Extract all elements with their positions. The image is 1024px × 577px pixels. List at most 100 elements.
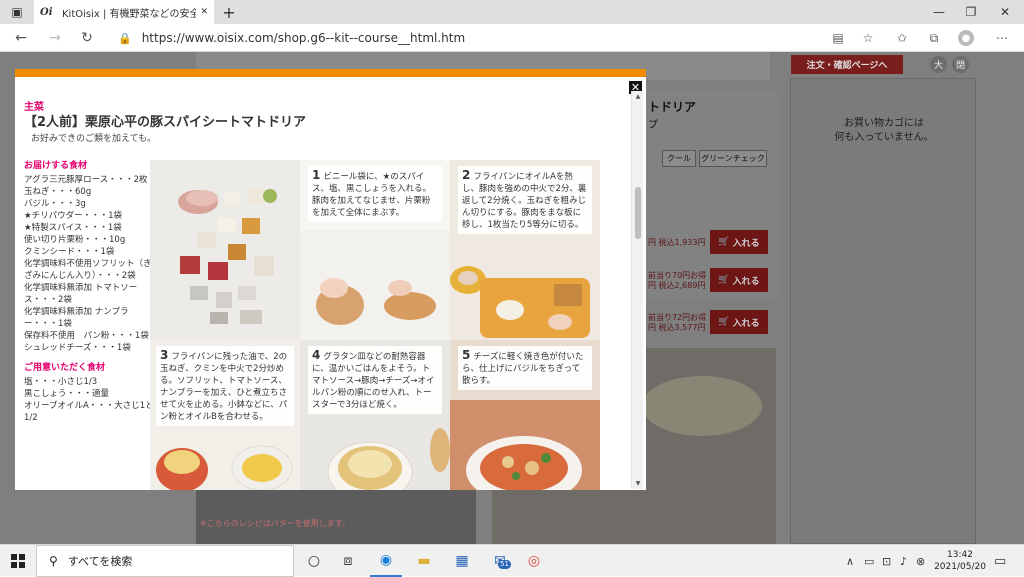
taskbar-search-box[interactable]: ⚲ すべてを検索 — [36, 545, 294, 577]
recipe-title: 【2人前】栗原心平の豚スパイシートマトドリア — [24, 115, 307, 130]
modal-scrollbar[interactable]: ▲ ▼ — [631, 91, 643, 489]
chrome-icon[interactable]: ◎ — [518, 545, 550, 577]
new-tab-button[interactable]: + — [214, 0, 244, 24]
action-center-icon[interactable]: ▭ — [994, 545, 1006, 577]
tag-green-check: グリーンチェック — [699, 150, 767, 167]
step-card: 1 ビニール袋に、★のスパイス、塩、黒こしょうを入れる。豚肉を加えてなじませ、片栗… — [300, 160, 450, 340]
step-number: 3 — [160, 348, 169, 362]
ingredient-item: アグラ三元豚厚ロース・・・2枚 — [24, 175, 148, 185]
step-card: 3 フライパンに残った油で、2の玉ねぎ、クミンを中火で2分炒める。ソフリット、トマ… — [150, 340, 300, 490]
start-button[interactable] — [0, 545, 36, 577]
notification-status-icon[interactable]: ⊗ — [916, 545, 925, 577]
ingredient-item: バジル・・・3g — [24, 199, 86, 209]
step-text: フライパンにオイルAを熱し、豚肉を強めの中火で2分、裏返して2分焼く。玉ねぎを粗… — [462, 172, 587, 230]
battery-icon[interactable]: ▭ — [864, 545, 874, 577]
bg-product-title: トドリア — [648, 100, 697, 114]
ingredient-item: ★チリパウダー・・・1袋 — [24, 211, 123, 221]
tab-title: KitOisix | 有機野菜などの安全食材 — [62, 8, 197, 20]
step-number: 4 — [312, 348, 321, 362]
network-icon[interactable]: ⊡ — [882, 545, 891, 577]
text-size-large-button[interactable]: 大 — [930, 56, 947, 73]
price-text: 前当り70円お得 円 税込2,689円 — [648, 271, 707, 290]
cart-empty-text: お買い物カゴには 何も入っていません。 — [834, 118, 934, 143]
forward-button[interactable]: → — [44, 27, 66, 49]
tag-cool: クール — [662, 150, 696, 167]
recipe-subtitle: お好みできのご類を加えても。 — [31, 134, 157, 144]
file-explorer-icon[interactable]: ▬ — [408, 545, 440, 577]
add-to-cart-button[interactable]: 🛒 入れる — [710, 230, 768, 254]
step-number: 5 — [462, 348, 471, 362]
refresh-button[interactable]: ↻ — [76, 27, 98, 49]
mail-badge: 51 — [498, 560, 511, 569]
step-text: フライパンに残った油で、2の玉ねぎ、クミンを中火で2分炒める。ソフリット、トマト… — [160, 352, 288, 422]
edge-browser-icon[interactable]: ◉ — [370, 545, 402, 577]
show-hidden-icons[interactable]: ∧ — [846, 545, 854, 577]
clock-time: 13:42 — [947, 550, 973, 560]
minimize-button[interactable]: — — [924, 0, 954, 24]
scroll-up-icon[interactable]: ▲ — [632, 93, 644, 100]
order-confirm-button[interactable]: 注文・確認ページへ — [791, 55, 903, 74]
ingredients-photo — [150, 160, 300, 340]
step-text: チーズに軽く焼き色が付いたら、仕上げにバジルをちぎって散らす。 — [462, 352, 584, 386]
add-to-cart-button[interactable]: 🛒 入れる — [710, 310, 768, 334]
volume-icon[interactable]: ♪ — [900, 545, 907, 577]
reader-view-icon[interactable]: ▤ — [828, 28, 848, 48]
store-icon[interactable]: ▦ — [446, 545, 478, 577]
search-placeholder: すべてを検索 — [67, 555, 133, 568]
restore-button[interactable]: ❐ — [956, 0, 986, 24]
recipe-modal: ✕ 主菜 【2人前】栗原心平の豚スパイシートマトドリア お好みできのご類を加えて… — [15, 69, 646, 490]
ingredient-item: ★特製スパイス・・・1袋 — [24, 223, 122, 233]
url-field[interactable]: 🔒 https://www.oisix.com/shop.g6--kit--co… — [110, 27, 860, 49]
step-text-box: 4 グラタン皿などの耐熱容器に、温かいごはんをよそう。トマトソース→豚肉→チーズ→… — [308, 346, 442, 414]
taskbar-clock[interactable]: 13:42 2021/05/20 — [930, 549, 990, 573]
price-text: 前当り72円お得 円 税込3,577円 — [648, 313, 707, 332]
tab-close-icon[interactable]: ✕ — [200, 7, 208, 17]
back-button[interactable]: ← — [10, 27, 32, 49]
scroll-down-icon[interactable]: ▼ — [632, 480, 644, 487]
butter-note: ※こちらのレシピはバターを使用します。 — [200, 519, 350, 528]
collections-icon[interactable]: ⧉ — [924, 28, 944, 48]
ingredient-item: 化学調味料無添加 トマトソース・・・2袋 — [24, 283, 138, 305]
settings-more-icon[interactable]: ⋯ — [992, 28, 1012, 48]
favorite-star-icon[interactable]: ☆ — [858, 28, 878, 48]
ingredients-heading: お届けする食材 — [24, 161, 88, 171]
pantry-item: オリーブオイルA・・・大さじ1と1/2 — [24, 401, 154, 423]
address-bar-row: ← → ↻ 🔒 https://www.oisix.com/shop.g6--k… — [0, 24, 1024, 52]
price-row: 円 税込1,933円 🛒 入れる — [640, 230, 770, 256]
recipe-steps-grid: 1 ビニール袋に、★のスパイス、塩、黒こしょうを入れる。豚肉を加えてなじませ、片栗… — [150, 160, 600, 490]
add-to-cart-button[interactable]: 🛒 入れる — [710, 268, 768, 292]
step-text-box: 1 ビニール袋に、★のスパイス、塩、黒こしょうを入れる。豚肉を加えてなじませ、片栗… — [308, 166, 442, 222]
favorites-icon[interactable]: ✩ — [892, 28, 912, 48]
oisix-favicon: Oi — [40, 6, 53, 18]
ingredient-item: クミンシード・・・1袋 — [24, 247, 115, 257]
browser-tab[interactable]: Oi KitOisix | 有機野菜などの安全食材 ✕ — [34, 0, 214, 24]
modal-accent-bar — [15, 69, 646, 77]
ingredient-item: 保存料不使用 パン粉・・・1袋 — [24, 331, 149, 341]
step-text-box: 5 チーズに軽く焼き色が付いたら、仕上げにバジルをちぎって散らす。 — [458, 346, 592, 390]
text-size-close-button[interactable]: 閉 — [952, 56, 969, 73]
windows-taskbar: ⚲ すべてを検索 ○ ⧈ ◉ ▬ ▦ ✉ 51 ◎ ∧ ▭ ⊡ ♪ ⊗ 13:4… — [0, 544, 1024, 577]
price-row: 前当り72円お得 円 税込3,577円 🛒 入れる — [640, 310, 770, 336]
ingredient-item: シュレッドチーズ・・・1袋 — [24, 343, 131, 353]
cortana-icon[interactable]: ○ — [298, 545, 330, 577]
bg-product-sub: プ — [648, 120, 658, 131]
step-text: グラタン皿などの耐熱容器に、温かいごはんをよそう。トマトソース→豚肉→チーズ→オ… — [312, 352, 435, 410]
pantry-item: 黒こしょう・・・適量 — [24, 389, 110, 399]
task-view-icon[interactable]: ⧈ — [332, 545, 364, 577]
price-text: 円 税込1,933円 — [648, 238, 706, 247]
browser-tab-bar: ▣ Oi KitOisix | 有機野菜などの安全食材 ✕ + — ❐ ✕ — [0, 0, 1024, 24]
url-text: https://www.oisix.com/shop.g6--kit--cour… — [141, 31, 466, 45]
bg-food-photo — [196, 490, 476, 544]
cart-panel: お買い物カゴには 何も入っていません。 — [790, 78, 976, 544]
scrollbar-thumb[interactable] — [635, 187, 641, 239]
ingredient-item: 化学調味料無添加 ナンプラー・・・1袋 — [24, 307, 129, 329]
ingredients-photo-image — [150, 160, 300, 340]
close-window-button[interactable]: ✕ — [990, 0, 1020, 24]
profile-avatar[interactable]: ● — [958, 30, 974, 46]
step-number: 2 — [462, 168, 471, 182]
tab-actions-icon[interactable]: ▣ — [2, 0, 32, 24]
ingredient-item: 玉ねぎ・・・60g — [24, 187, 92, 197]
search-icon: ⚲ — [49, 554, 58, 568]
step-text-box: 3 フライパンに残った油で、2の玉ねぎ、クミンを中火で2分炒める。ソフリット、トマ… — [156, 346, 294, 426]
pantry-item: 塩・・・小さじ1/3 — [24, 377, 98, 387]
